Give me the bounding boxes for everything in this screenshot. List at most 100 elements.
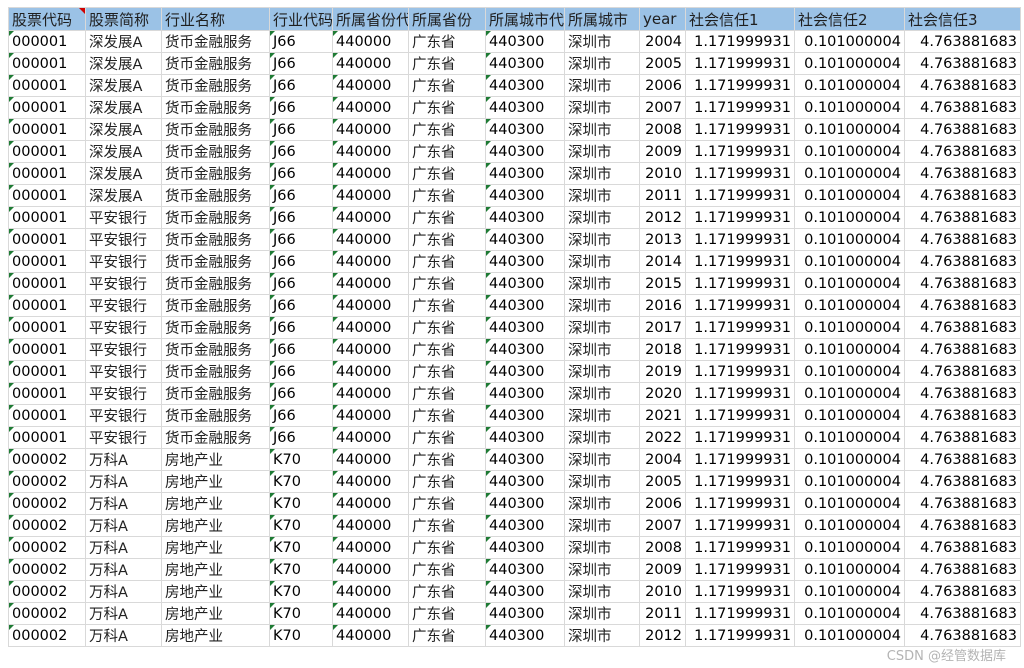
cell-province-code[interactable]: 440000	[332, 338, 409, 361]
cell-industry-name[interactable]: 房地产业	[161, 580, 270, 603]
cell-social-trust-2[interactable]: 0.101000004	[794, 294, 905, 317]
cell-industry-code[interactable]: K70	[269, 602, 333, 625]
header-cell-social-trust-2[interactable]: 社会信任2	[794, 7, 905, 31]
cell-city[interactable]: 深圳市	[564, 404, 640, 427]
cell-stock-name[interactable]: 平安银行	[85, 338, 162, 361]
header-cell-industry-code[interactable]: 行业代码	[269, 7, 333, 31]
cell-social-trust-1[interactable]: 1.171999931	[685, 580, 795, 603]
cell-social-trust-2[interactable]: 0.101000004	[794, 250, 905, 273]
cell-year[interactable]: 2006	[639, 492, 686, 515]
cell-province-code[interactable]: 440000	[332, 118, 409, 141]
cell-city[interactable]: 深圳市	[564, 162, 640, 185]
cell-stock-code[interactable]: 000001	[8, 360, 86, 383]
cell-city-code[interactable]: 440300	[485, 118, 565, 141]
cell-industry-name[interactable]: 货币金融服务	[161, 52, 270, 75]
cell-city-code[interactable]: 440300	[485, 294, 565, 317]
cell-stock-name[interactable]: 深发展A	[85, 140, 162, 163]
cell-province-code[interactable]: 440000	[332, 184, 409, 207]
cell-city[interactable]: 深圳市	[564, 558, 640, 581]
cell-city-code[interactable]: 440300	[485, 30, 565, 53]
cell-city[interactable]: 深圳市	[564, 74, 640, 97]
cell-social-trust-2[interactable]: 0.101000004	[794, 448, 905, 471]
cell-industry-name[interactable]: 房地产业	[161, 514, 270, 537]
cell-year[interactable]: 2005	[639, 52, 686, 75]
cell-industry-code[interactable]: K70	[269, 558, 333, 581]
cell-city[interactable]: 深圳市	[564, 492, 640, 515]
cell-social-trust-3[interactable]: 4.763881683	[904, 338, 1021, 361]
cell-social-trust-3[interactable]: 4.763881683	[904, 426, 1021, 449]
cell-social-trust-2[interactable]: 0.101000004	[794, 316, 905, 339]
cell-stock-name[interactable]: 万科A	[85, 580, 162, 603]
cell-city[interactable]: 深圳市	[564, 338, 640, 361]
cell-city[interactable]: 深圳市	[564, 184, 640, 207]
cell-industry-code[interactable]: J66	[269, 294, 333, 317]
cell-social-trust-1[interactable]: 1.171999931	[685, 294, 795, 317]
cell-province[interactable]: 广东省	[408, 140, 486, 163]
cell-industry-code[interactable]: J66	[269, 426, 333, 449]
cell-industry-name[interactable]: 房地产业	[161, 448, 270, 471]
cell-social-trust-3[interactable]: 4.763881683	[904, 118, 1021, 141]
cell-stock-name[interactable]: 万科A	[85, 448, 162, 471]
cell-industry-code[interactable]: J66	[269, 162, 333, 185]
cell-province[interactable]: 广东省	[408, 558, 486, 581]
cell-social-trust-1[interactable]: 1.171999931	[685, 250, 795, 273]
cell-city[interactable]: 深圳市	[564, 140, 640, 163]
cell-province-code[interactable]: 440000	[332, 140, 409, 163]
cell-province[interactable]: 广东省	[408, 602, 486, 625]
cell-city-code[interactable]: 440300	[485, 228, 565, 251]
cell-stock-name[interactable]: 深发展A	[85, 96, 162, 119]
cell-city[interactable]: 深圳市	[564, 118, 640, 141]
cell-industry-code[interactable]: J66	[269, 228, 333, 251]
cell-province-code[interactable]: 440000	[332, 360, 409, 383]
header-cell-province[interactable]: 所属省份	[408, 7, 486, 31]
cell-social-trust-2[interactable]: 0.101000004	[794, 140, 905, 163]
cell-city-code[interactable]: 440300	[485, 426, 565, 449]
cell-industry-name[interactable]: 货币金融服务	[161, 96, 270, 119]
cell-social-trust-3[interactable]: 4.763881683	[904, 602, 1021, 625]
cell-social-trust-2[interactable]: 0.101000004	[794, 382, 905, 405]
cell-social-trust-3[interactable]: 4.763881683	[904, 448, 1021, 471]
cell-stock-code[interactable]: 000001	[8, 426, 86, 449]
cell-city-code[interactable]: 440300	[485, 558, 565, 581]
cell-social-trust-3[interactable]: 4.763881683	[904, 162, 1021, 185]
cell-industry-code[interactable]: K70	[269, 536, 333, 559]
cell-year[interactable]: 2014	[639, 250, 686, 273]
cell-year[interactable]: 2010	[639, 580, 686, 603]
cell-stock-name[interactable]: 万科A	[85, 514, 162, 537]
cell-industry-code[interactable]: J66	[269, 74, 333, 97]
cell-industry-name[interactable]: 货币金融服务	[161, 360, 270, 383]
cell-social-trust-1[interactable]: 1.171999931	[685, 338, 795, 361]
cell-city-code[interactable]: 440300	[485, 184, 565, 207]
cell-social-trust-1[interactable]: 1.171999931	[685, 162, 795, 185]
cell-social-trust-3[interactable]: 4.763881683	[904, 228, 1021, 251]
cell-stock-code[interactable]: 000001	[8, 272, 86, 295]
cell-city-code[interactable]: 440300	[485, 316, 565, 339]
cell-stock-code[interactable]: 000001	[8, 206, 86, 229]
cell-city[interactable]: 深圳市	[564, 448, 640, 471]
cell-province[interactable]: 广东省	[408, 404, 486, 427]
cell-social-trust-1[interactable]: 1.171999931	[685, 140, 795, 163]
cell-social-trust-3[interactable]: 4.763881683	[904, 272, 1021, 295]
cell-province[interactable]: 广东省	[408, 272, 486, 295]
cell-city[interactable]: 深圳市	[564, 426, 640, 449]
cell-year[interactable]: 2012	[639, 624, 686, 647]
cell-city[interactable]: 深圳市	[564, 514, 640, 537]
cell-year[interactable]: 2011	[639, 184, 686, 207]
cell-social-trust-1[interactable]: 1.171999931	[685, 382, 795, 405]
cell-stock-code[interactable]: 000001	[8, 316, 86, 339]
header-cell-industry-name[interactable]: 行业名称	[161, 7, 270, 31]
cell-social-trust-3[interactable]: 4.763881683	[904, 514, 1021, 537]
cell-city-code[interactable]: 440300	[485, 470, 565, 493]
cell-industry-code[interactable]: J66	[269, 250, 333, 273]
cell-province-code[interactable]: 440000	[332, 96, 409, 119]
cell-province-code[interactable]: 440000	[332, 536, 409, 559]
cell-industry-code[interactable]: J66	[269, 338, 333, 361]
cell-city[interactable]: 深圳市	[564, 536, 640, 559]
cell-social-trust-3[interactable]: 4.763881683	[904, 492, 1021, 515]
cell-stock-name[interactable]: 深发展A	[85, 184, 162, 207]
cell-stock-code[interactable]: 000002	[8, 470, 86, 493]
cell-industry-name[interactable]: 货币金融服务	[161, 250, 270, 273]
cell-stock-code[interactable]: 000001	[8, 228, 86, 251]
cell-stock-code[interactable]: 000001	[8, 338, 86, 361]
cell-stock-code[interactable]: 000001	[8, 404, 86, 427]
